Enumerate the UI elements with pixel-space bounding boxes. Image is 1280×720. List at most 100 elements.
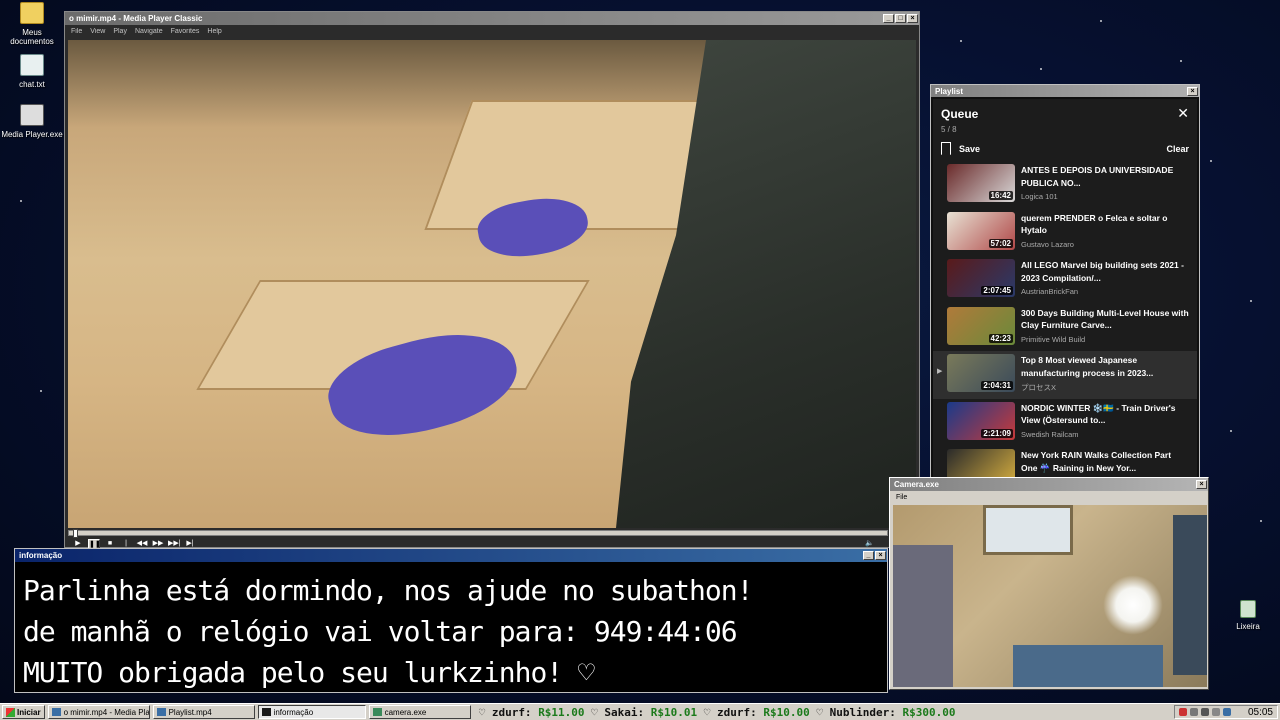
task-info[interactable]: informação (257, 705, 366, 719)
info-window[interactable]: informação _ × Parlinha está dormindo, n… (14, 548, 888, 693)
menu-help[interactable]: Help (207, 28, 221, 35)
video-thumbnail: 57:02 (947, 211, 1015, 250)
channel-name: Gustavo Lazaro (1021, 239, 1074, 249)
video-duration: 16:42 (988, 191, 1013, 200)
playlist-item[interactable]: New York RAIN Walks Collection Part One … (933, 446, 1197, 479)
video-title: 300 Days Building Multi-Level House with… (1021, 307, 1189, 331)
save-button[interactable]: Save (941, 142, 1166, 155)
menu-view[interactable]: View (90, 28, 105, 35)
video-meta: New York RAIN Walks Collection Part One … (1021, 449, 1189, 479)
close-icon[interactable]: ✕ (1177, 105, 1189, 122)
mpc-titlebar[interactable]: o mimir.mp4 - Media Player Classic _ □ × (65, 12, 919, 25)
text-file-icon (20, 54, 44, 76)
desktop-icon-label: Lixeira (1236, 622, 1260, 631)
menu-play[interactable]: Play (113, 28, 127, 35)
seek-thumb[interactable] (73, 529, 78, 538)
windows-logo-icon (6, 707, 15, 717)
desktop-icon-media-player[interactable]: Media Player.exe (0, 104, 64, 139)
ticker-amount: R$10.01 (650, 705, 698, 719)
close-button[interactable]: × (1196, 480, 1207, 489)
ticker-amount: R$300.00 (902, 705, 956, 719)
tray-icon[interactable] (1178, 708, 1187, 716)
queue-list: 16:42 ANTES E DEPOIS DA UNIVERSIDADE PUBL… (933, 161, 1197, 479)
playlist-item[interactable]: 2:07:45 All LEGO Marvel big building sets… (933, 256, 1197, 304)
desktop-icon-recycle-bin[interactable]: Lixeira (1216, 600, 1280, 631)
video-thumbnail: 42:23 (947, 306, 1015, 345)
speaker-icon[interactable] (1200, 708, 1209, 716)
close-button[interactable]: × (907, 14, 918, 23)
window-frame (983, 505, 1073, 555)
info-titlebar[interactable]: informação _ × (15, 549, 887, 562)
playlist-item[interactable]: 42:23 300 Days Building Multi-Level House… (933, 304, 1197, 352)
media-player-window[interactable]: o mimir.mp4 - Media Player Classic _ □ ×… (64, 11, 920, 557)
playlist-item[interactable]: ▶ 2:04:31 Top 8 Most viewed Japanese manuf… (933, 351, 1197, 399)
mpc-title: o mimir.mp4 - Media Player Classic (69, 14, 203, 23)
channel-name: Logica 101 (1021, 192, 1058, 201)
tray-icon[interactable] (1222, 708, 1231, 716)
desktop-icon-documents[interactable]: Meus documentos (0, 2, 64, 46)
menu-navigate[interactable]: Navigate (135, 28, 163, 35)
volume-icon[interactable]: 🔈 (865, 539, 874, 547)
now-playing-icon: ▶ (937, 368, 943, 375)
start-label: Iniciar (17, 707, 41, 717)
video-duration: 2:07:45 (981, 286, 1013, 295)
channel-name: プロセスX (1021, 383, 1057, 392)
video-meta: querem PRENDER o Felca e soltar o Hytalo… (1021, 212, 1189, 253)
task-label: o mimir.mp4 - Media Playe... (63, 707, 150, 717)
task-label: informação (273, 707, 314, 717)
channel-name: AustrianBrickFan (1021, 287, 1079, 296)
camera-titlebar[interactable]: Camera.exe × (890, 478, 1208, 491)
lamp-glow (1103, 575, 1163, 635)
video-title: All LEGO Marvel big building sets 2021 -… (1021, 260, 1184, 283)
ticker-name: ♡ zdurf: (703, 705, 757, 719)
task-mpc[interactable]: o mimir.mp4 - Media Playe... (47, 705, 150, 719)
playlist-window[interactable]: Playlist × Queue 5 / 8 ✕ Save Clear 16:4… (930, 84, 1200, 480)
video-title: Top 8 Most viewed Japanese manufacturing… (1021, 355, 1154, 378)
camera-title: Camera.exe (894, 480, 939, 489)
menu-file[interactable]: File (71, 28, 82, 35)
console-icon (261, 708, 271, 716)
tray-icon[interactable] (1189, 708, 1198, 716)
close-button[interactable]: × (875, 551, 886, 560)
ticker-name: ♡ zdurf: (478, 705, 532, 719)
close-button[interactable]: × (1187, 86, 1198, 96)
info-line: MUITO obrigada pelo seu lurkzinho! ♡ (23, 656, 595, 689)
ticker-amount: R$11.00 (538, 705, 585, 719)
maximize-button[interactable]: □ (895, 14, 906, 23)
menu-file[interactable]: File (896, 494, 907, 501)
playlist-titlebar[interactable]: Playlist × (931, 85, 1199, 97)
playlist-icon (156, 708, 166, 716)
desktop-icon-label: Meus documentos (10, 28, 54, 46)
start-button[interactable]: Iniciar (2, 705, 45, 719)
task-camera[interactable]: camera.exe (368, 705, 471, 719)
desktop-icon-chat[interactable]: chat.txt (0, 54, 64, 89)
seek-bar[interactable] (68, 529, 888, 538)
video-meta: 300 Days Building Multi-Level House with… (1021, 307, 1189, 348)
armchair (893, 545, 953, 687)
clock[interactable]: 05:05 (1248, 707, 1273, 718)
video-thumbnail: 2:07:45 (947, 259, 1015, 297)
video-duration: 42:23 (988, 333, 1013, 343)
queue-panel: Queue 5 / 8 ✕ Save Clear 16:42 ANTES E DE… (933, 99, 1197, 479)
camera-feed (893, 505, 1207, 687)
playlist-item[interactable]: 2:21:09 NORDIC WINTER ❄️🇸🇪 - Train Driver… (933, 399, 1197, 447)
video-thumbnail: 2:21:09 (947, 401, 1015, 440)
video-meta: NORDIC WINTER ❄️🇸🇪 - Train Driver's View… (1021, 402, 1189, 443)
video-title: ANTES E DEPOIS DA UNIVERSIDADE PUBLICA N… (1021, 165, 1174, 188)
info-line: Parlinha está dormindo, nos ajude no sub… (23, 574, 753, 607)
video-meta: All LEGO Marvel big building sets 2021 -… (1021, 259, 1189, 300)
camera-menubar: File (890, 491, 1208, 504)
clear-button[interactable]: Clear (1166, 144, 1189, 154)
channel-name: Swedish Railcam (1021, 429, 1079, 439)
playlist-item[interactable]: 57:02 querem PRENDER o Felca e soltar o H… (933, 209, 1197, 257)
video-duration: 2:04:31 (981, 381, 1013, 390)
playlist-item[interactable]: 16:42 ANTES E DEPOIS DA UNIVERSIDADE PUBL… (933, 161, 1197, 209)
minimize-button[interactable]: _ (863, 551, 874, 560)
menu-favorites[interactable]: Favorites (171, 28, 200, 35)
video-frame[interactable] (68, 40, 916, 528)
task-label: camera.exe (384, 707, 427, 717)
minimize-button[interactable]: _ (883, 14, 894, 23)
network-icon[interactable] (1211, 708, 1220, 716)
task-playlist[interactable]: Playlist.mp4 (152, 705, 255, 719)
camera-window[interactable]: Camera.exe × File (889, 477, 1209, 690)
